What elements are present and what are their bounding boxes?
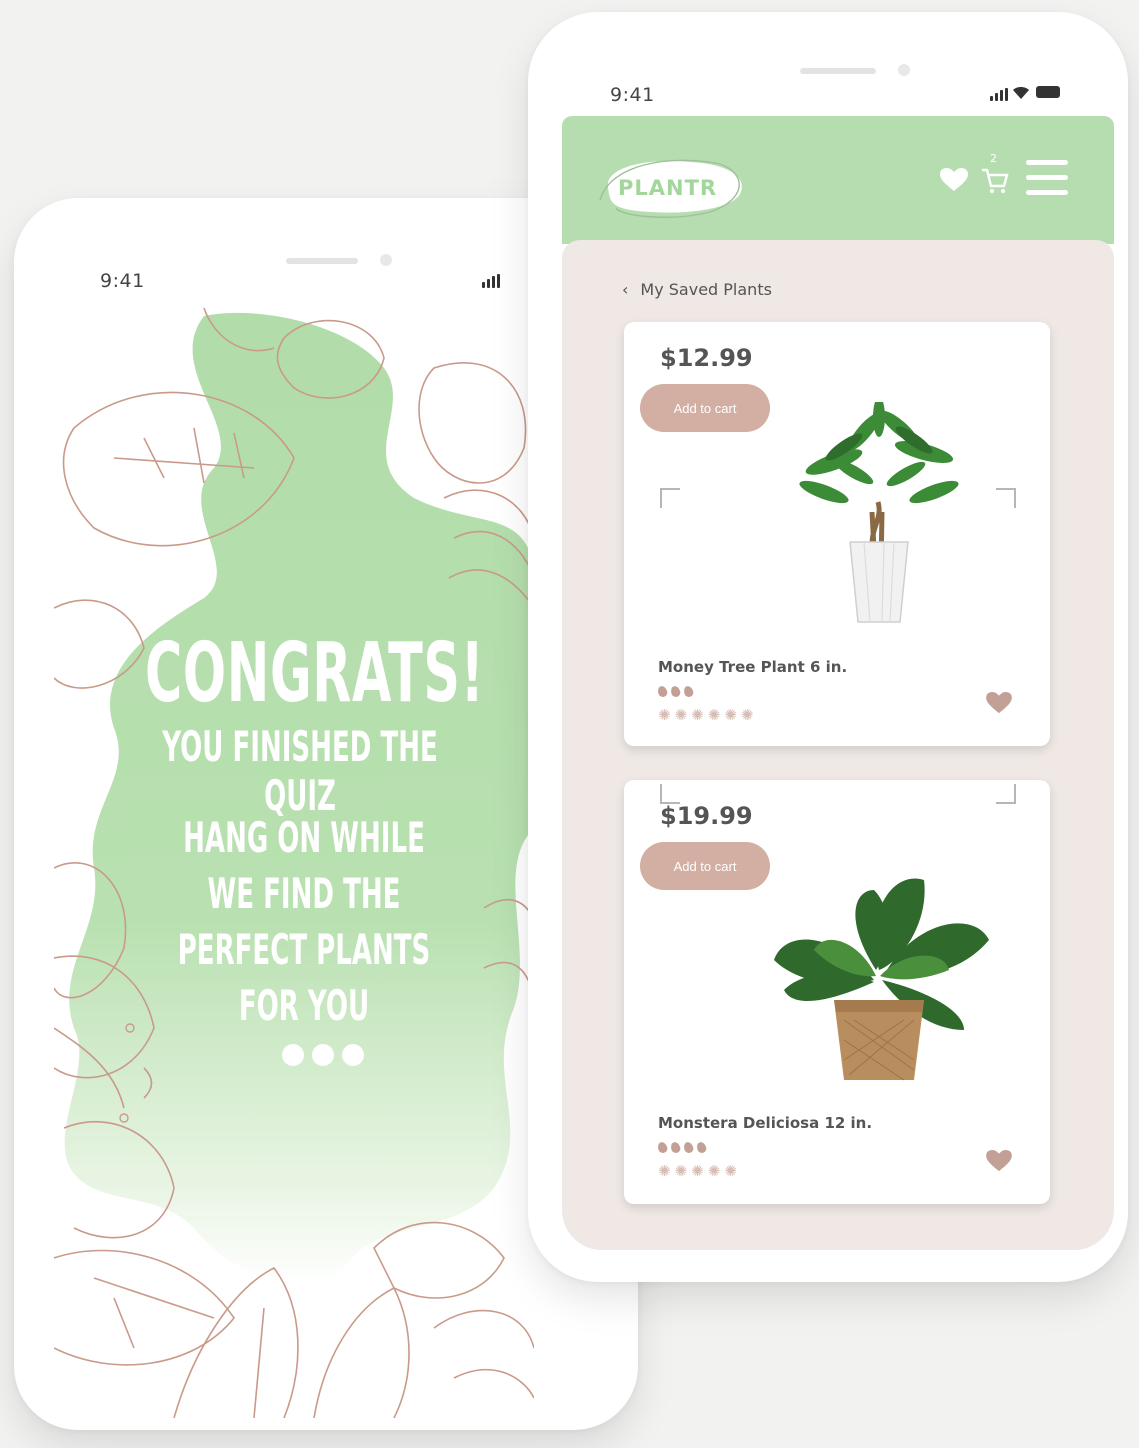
status-time: 9:41 (610, 84, 655, 106)
congrats-title: CONGRATS! (145, 626, 485, 721)
battery-icon (1036, 86, 1060, 98)
cart-icon[interactable]: 2 (980, 152, 1010, 196)
congrats-screen: CONGRATS! YOU FINISHED THE QUIZ HANG ON … (54, 308, 534, 1418)
sun-icon: ✺ (674, 1162, 688, 1180)
product-name: Money Tree Plant 6 in. (658, 658, 848, 676)
favorite-heart-icon[interactable] (986, 692, 1012, 714)
sun-icon: ✺ (691, 706, 704, 724)
image-frame-corner (660, 488, 680, 508)
sun-icon: ✺ (724, 706, 737, 724)
saved-plants-phone: 9:41 PLANTR 2 ‹ My Saved Plants $12.99 A… (528, 12, 1128, 1282)
image-frame-corner (996, 488, 1016, 508)
water-rating (656, 1140, 708, 1155)
product-price: $19.99 (660, 802, 753, 830)
signal-icon (990, 88, 1008, 101)
sun-icon: ✺ (707, 1162, 721, 1180)
sun-icon: ✺ (707, 706, 721, 724)
image-frame-corner (996, 784, 1016, 804)
image-frame-corner (660, 784, 680, 804)
water-drop-icon (656, 1140, 669, 1155)
favorite-heart-icon[interactable] (986, 1150, 1012, 1172)
water-drop-icon (669, 1140, 682, 1155)
sun-icon: ✺ (724, 1162, 737, 1180)
loading-dot (282, 1044, 304, 1066)
heart-icon[interactable] (940, 168, 968, 192)
add-to-cart-button[interactable]: Add to cart (640, 384, 770, 432)
water-drop-icon (656, 684, 669, 699)
app-header: PLANTR 2 (562, 116, 1114, 244)
breadcrumb-title: My Saved Plants (640, 280, 772, 299)
speaker-grille (800, 68, 876, 74)
sun-rating: ✺ ✺ ✺ ✺ ✺ ✺ (658, 708, 753, 723)
message-line-3: PERFECT PLANTS (177, 925, 431, 974)
status-time: 9:41 (100, 270, 145, 292)
water-drop-icon (695, 1140, 708, 1155)
monstera-image (774, 878, 989, 1081)
product-name: Monstera Deliciosa 12 in. (658, 1114, 873, 1132)
loading-indicator (282, 1044, 364, 1066)
message-line-1: HANG ON WHILE (183, 813, 425, 862)
saved-plants-body: ‹ My Saved Plants $12.99 Add to cart Mon… (562, 240, 1114, 1250)
water-drop-icon (669, 684, 682, 699)
menu-icon[interactable] (1026, 160, 1068, 196)
product-card[interactable]: $12.99 Add to cart Money Tree Plant 6 in… (624, 322, 1050, 746)
cart-count-badge: 2 (990, 152, 997, 165)
product-card[interactable]: $19.99 Add to cart Monstera Deliciosa 12… (624, 780, 1050, 1204)
loading-dot (342, 1044, 364, 1066)
loading-dot (312, 1044, 334, 1066)
sun-rating: ✺ ✺ ✺ ✺ ✺ (658, 1164, 737, 1179)
product-price: $12.99 (660, 344, 753, 372)
message-line-4: FOR YOU (238, 981, 370, 1030)
water-drop-icon (682, 684, 695, 699)
chevron-left-icon: ‹ (622, 280, 629, 299)
message-line-2: WE FIND THE (207, 869, 401, 918)
quiz-finished-subtitle: YOU FINISHED THE QUIZ (162, 722, 438, 820)
water-drop-icon (682, 1140, 695, 1155)
speaker-grille (286, 258, 358, 264)
camera-dot (380, 254, 392, 266)
logo-text: PLANTR (618, 176, 718, 200)
wifi-icon (1013, 87, 1029, 99)
sun-icon: ✺ (658, 706, 671, 724)
water-rating (656, 684, 695, 699)
signal-icon (482, 274, 500, 288)
sun-icon: ✺ (658, 1162, 671, 1180)
plantr-logo[interactable]: PLANTR (598, 158, 748, 218)
camera-dot (898, 64, 910, 76)
sun-icon: ✺ (674, 706, 688, 724)
sun-icon: ✺ (740, 706, 754, 724)
money-tree-image (799, 402, 959, 623)
sun-icon: ✺ (691, 1162, 704, 1180)
back-nav[interactable]: ‹ My Saved Plants (622, 280, 772, 299)
add-to-cart-button[interactable]: Add to cart (640, 842, 770, 890)
